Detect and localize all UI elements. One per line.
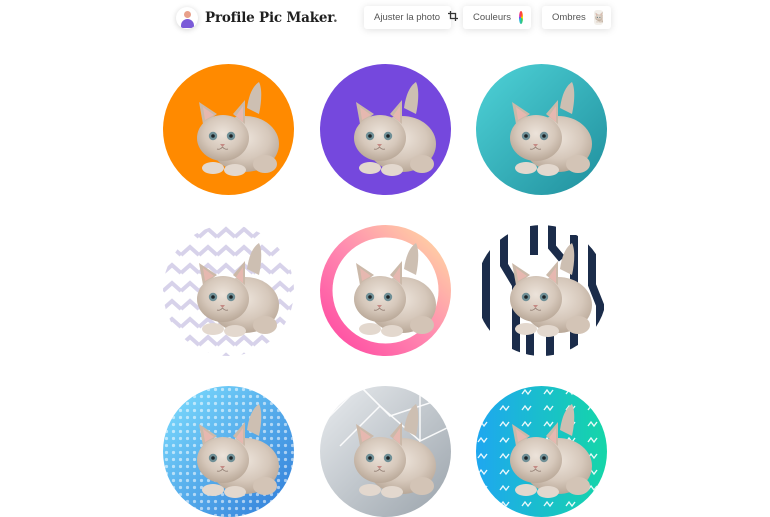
colors-button[interactable]: Couleurs [463, 6, 531, 29]
preview-tile-orange[interactable] [163, 64, 294, 195]
adjust-photo-button[interactable]: Ajuster la photo [364, 6, 459, 29]
preview-tile-gradient-ring[interactable] [320, 225, 451, 356]
preview-tile-blue-dots[interactable] [163, 386, 294, 517]
preview-tile-teal-squiggles[interactable] [476, 386, 607, 517]
cat-thumbnail-icon [593, 10, 603, 25]
shadows-label: Ombres [552, 12, 586, 23]
adjust-photo-label: Ajuster la photo [374, 12, 441, 23]
crop-icon [448, 11, 459, 24]
preview-tile-navy-stripes[interactable] [476, 225, 607, 356]
color-wheel-icon [519, 11, 528, 24]
shadows-button[interactable]: Ombres [542, 6, 611, 29]
profile-avatar-icon [176, 7, 198, 29]
app-title: Profile Pic Maker. [205, 10, 338, 26]
app-header: Profile Pic Maker. Ajuster la photo Coul… [0, 0, 770, 36]
preview-tile-grey-geometric[interactable] [320, 386, 451, 517]
preview-tile-lavender-chevrons[interactable] [163, 225, 294, 356]
preview-tile-purple[interactable] [320, 64, 451, 195]
preview-tile-teal[interactable] [476, 64, 607, 195]
app-logo[interactable]: Profile Pic Maker. [176, 5, 338, 31]
colors-label: Couleurs [473, 12, 512, 23]
